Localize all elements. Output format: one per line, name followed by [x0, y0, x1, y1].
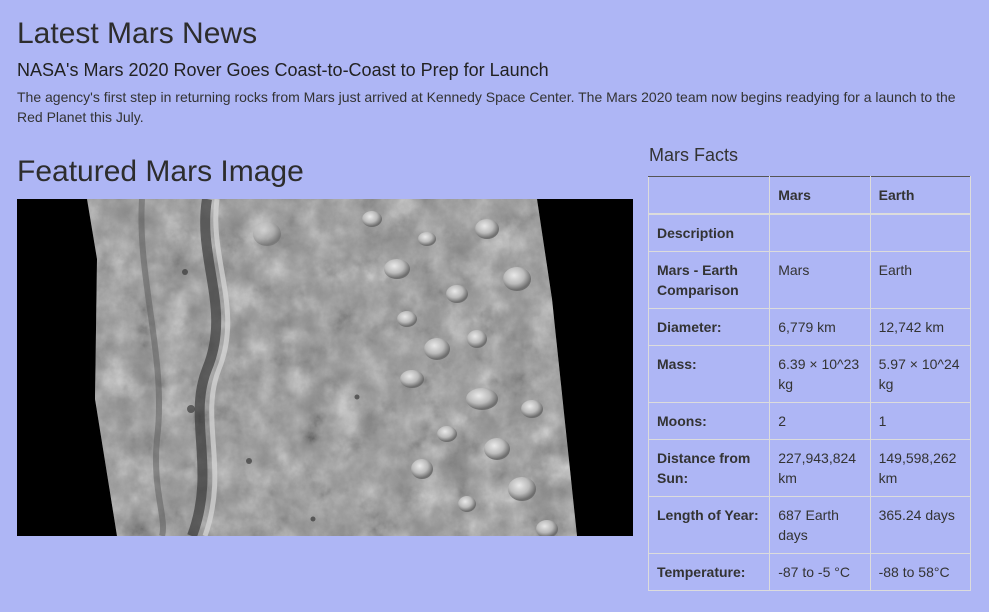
earth-value: 1: [869, 402, 972, 440]
mars-value: 687 Earth days: [769, 496, 871, 554]
featured-image-title: Featured Mars Image: [17, 155, 304, 188]
row-label: Length of Year:: [647, 496, 771, 554]
table-row: Distance from Sun: 227,943,824 km 149,59…: [647, 439, 972, 497]
mars-value: -87 to -5 °C: [769, 553, 871, 591]
mars-value: 6.39 × 10^23 kg: [769, 345, 871, 403]
earth-value: 149,598,262 km: [869, 439, 972, 497]
page: Latest Mars News NASA's Mars 2020 Rover …: [0, 0, 989, 612]
column-header-earth: Earth: [869, 176, 972, 215]
column-header-mars: Mars: [769, 176, 871, 215]
earth-value: 12,742 km: [869, 308, 972, 346]
table-row: Mass: 6.39 × 10^23 kg 5.97 × 10^24 kg: [647, 345, 972, 403]
earth-value: [869, 213, 972, 252]
earth-value: 5.97 × 10^24 kg: [869, 345, 972, 403]
row-label: Moons:: [647, 402, 771, 440]
earth-value: -88 to 58°C: [869, 553, 972, 591]
mars-value: 6,779 km: [769, 308, 871, 346]
row-label: Description: [647, 213, 771, 252]
column-header-label: [647, 176, 771, 215]
mars-value: [769, 213, 871, 252]
table-row: Description: [647, 213, 972, 252]
table-row: Mars - Earth Comparison Mars Earth: [647, 251, 972, 309]
mars-value: 2: [769, 402, 871, 440]
table-row: Length of Year: 687 Earth days 365.24 da…: [647, 496, 972, 554]
row-label: Temperature:: [647, 553, 771, 591]
row-label: Diameter:: [647, 308, 771, 346]
mars-facts-table: Mars Earth Description Mars - Earth Comp…: [647, 176, 972, 591]
mars-value: 227,943,824 km: [769, 439, 871, 497]
table-row: Temperature: -87 to -5 °C -88 to 58°C: [647, 553, 972, 591]
row-label: Mars - Earth Comparison: [647, 251, 771, 309]
news-teaser: The agency's first step in returning roc…: [17, 89, 956, 125]
earth-value: 365.24 days: [869, 496, 972, 554]
row-label: Mass:: [647, 345, 771, 403]
table-row: Diameter: 6,779 km 12,742 km: [647, 308, 972, 346]
news-headline: NASA's Mars 2020 Rover Goes Coast-to-Coa…: [17, 60, 549, 80]
news-section-title: Latest Mars News: [17, 17, 258, 50]
table-row: Moons: 2 1: [647, 402, 972, 440]
featured-mars-image[interactable]: [17, 199, 633, 536]
table-header-row: Mars Earth: [647, 176, 972, 215]
earth-value: Earth: [869, 251, 972, 309]
mars-value: Mars: [769, 251, 871, 309]
mars-terrain-image: [17, 199, 633, 536]
mars-facts-title: Mars Facts: [649, 145, 739, 165]
row-label: Distance from Sun:: [647, 439, 771, 497]
